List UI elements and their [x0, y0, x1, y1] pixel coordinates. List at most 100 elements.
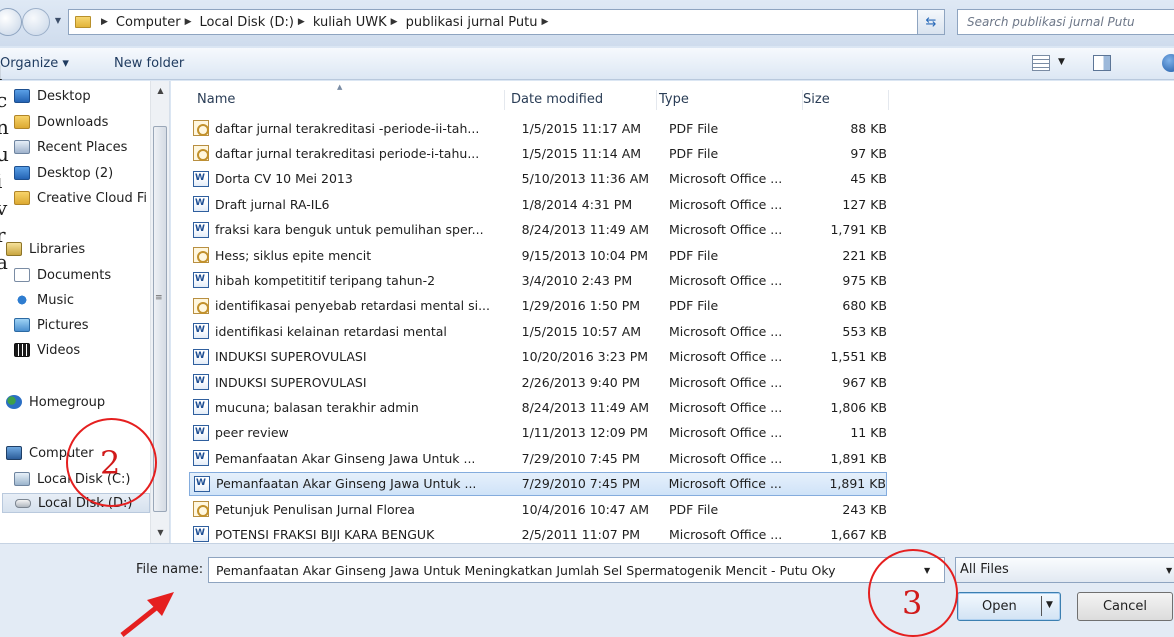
file-size-cell: 975 KB	[842, 272, 887, 288]
file-date-cell: 9/15/2013 10:04 PM	[521, 247, 649, 263]
column-header-size[interactable]: Size	[803, 90, 889, 110]
file-type-filter-select[interactable]: All Files	[955, 557, 1174, 583]
videos-icon	[14, 343, 30, 357]
file-name-cell: Dorta CV 10 Mei 2013	[215, 171, 353, 187]
file-name-input[interactable]	[208, 557, 945, 583]
breadcrumb-chevron-icon[interactable]: ▶	[537, 17, 556, 27]
address-row: ▼ ▶ Computer ▶ Local Disk (D:) ▶ kuliah …	[0, 0, 1174, 46]
help-icon[interactable]	[1162, 54, 1174, 72]
file-row[interactable]: hibah kompetititif teripang tahun-2 3/4/2…	[189, 268, 887, 292]
preview-pane-icon[interactable]	[1093, 55, 1111, 71]
libraries-icon	[6, 242, 22, 256]
scroll-up-icon[interactable]: ▲	[151, 83, 170, 99]
file-date-cell: 8/24/2013 11:49 AM	[521, 222, 650, 238]
navigation-scrollbar[interactable]: ▲ ≡ ▼	[150, 81, 169, 543]
search-input[interactable]	[957, 9, 1174, 35]
breadcrumb-chevron-icon[interactable]: ▶	[97, 17, 116, 27]
file-row[interactable]: daftar jurnal terakreditasi -periode-ii-…	[189, 116, 887, 140]
file-row[interactable]: INDUKSI SUPEROVULASI 2/26/2013 9:40 PM Mic…	[189, 370, 887, 394]
view-options-icon[interactable]	[1032, 55, 1050, 71]
column-header-name[interactable]: Name	[197, 90, 505, 110]
file-date-cell: 1/29/2016 1:50 PM	[521, 298, 641, 314]
nav-item-libraries[interactable]: Libraries	[6, 239, 85, 259]
file-size-cell: 97 KB	[850, 145, 887, 161]
file-date-cell: 5/10/2013 11:36 AM	[521, 171, 650, 187]
file-row[interactable]: Pemanfaatan Akar Ginseng Jawa Untuk ... 7…	[189, 446, 887, 470]
cancel-button[interactable]: Cancel	[1077, 592, 1173, 621]
music-icon	[14, 293, 30, 307]
nav-item-creative-cloud[interactable]: Creative Cloud Fi	[14, 188, 147, 208]
file-row[interactable]: daftar jurnal terakreditasi periode-i-ta…	[189, 141, 887, 165]
file-name-cell: Hess; siklus epite mencit	[215, 247, 372, 263]
file-size-cell: 1,806 KB	[830, 399, 887, 415]
nav-item-computer[interactable]: Computer	[6, 443, 94, 463]
breadcrumb-publikasi-jurnal-putu[interactable]: publikasi jurnal Putu	[406, 10, 538, 34]
file-row[interactable]: fraksi kara benguk untuk pemulihan sper.…	[189, 218, 887, 242]
organize-menu-button[interactable]: Organize ▾	[0, 56, 69, 71]
breadcrumb-chevron-icon[interactable]: ▶	[387, 17, 406, 27]
address-bar[interactable]: ▶ Computer ▶ Local Disk (D:) ▶ kuliah UW…	[68, 9, 944, 35]
nav-item-music[interactable]: Music	[14, 290, 74, 310]
scrollbar-thumb[interactable]	[153, 126, 167, 512]
column-header-date-modified[interactable]: Date modified	[511, 90, 657, 110]
nav-item-videos[interactable]: Videos	[14, 340, 80, 360]
file-type-cell: Microsoft Office ...	[668, 450, 783, 466]
file-name-cell: identifikasai penyebab retardasi mental …	[215, 298, 490, 314]
open-options-dropdown-icon[interactable]: ▼	[1046, 600, 1053, 610]
file-type-cell: PDF File	[668, 145, 719, 161]
view-options-chevron-icon[interactable]: ▼	[1058, 57, 1065, 67]
word-document-icon	[193, 323, 209, 340]
file-date-cell: 1/5/2015 11:17 AM	[521, 120, 642, 136]
file-row[interactable]: INDUKSI SUPEROVULASI 10/20/2016 3:23 PM Mi…	[189, 345, 887, 369]
file-date-cell: 10/20/2016 3:23 PM	[521, 349, 649, 365]
refresh-button[interactable]: ⇆	[917, 9, 945, 35]
file-name-cell: Pemanfaatan Akar Ginseng Jawa Untuk ...	[215, 450, 476, 466]
file-date-cell: 8/24/2013 11:49 AM	[521, 399, 650, 415]
nav-item-downloads[interactable]: Downloads	[14, 112, 108, 132]
file-row[interactable]: Dorta CV 10 Mei 2013 5/10/2013 11:36 AM Mi…	[189, 167, 887, 191]
file-row[interactable]: Hess; siklus epite mencit 9/15/2013 10:04…	[189, 243, 887, 267]
file-size-cell: 45 KB	[850, 171, 887, 187]
file-row[interactable]: Petunjuk Penulisan Jurnal Florea 10/4/201…	[189, 497, 887, 521]
file-name-cell: mucuna; balasan terakhir admin	[215, 399, 419, 415]
folder-icon	[75, 16, 91, 28]
nav-item-documents[interactable]: Documents	[14, 265, 111, 285]
file-row[interactable]: identifikasai penyebab retardasi mental …	[189, 294, 887, 318]
nav-item-desktop-2[interactable]: Desktop (2)	[14, 163, 113, 183]
file-row[interactable]: Pemanfaatan Akar Ginseng Jawa Untuk ... 7…	[189, 471, 887, 496]
nav-item-pictures[interactable]: Pictures	[14, 315, 88, 335]
file-date-cell: 1/8/2014 4:31 PM	[521, 196, 633, 212]
forward-button[interactable]	[22, 8, 50, 36]
desktop-icon	[14, 166, 30, 180]
local-disk-d-icon	[15, 498, 31, 508]
breadcrumb-chevron-icon[interactable]: ▶	[181, 17, 200, 27]
new-folder-button[interactable]: New folder	[114, 56, 184, 71]
scroll-down-icon[interactable]: ▼	[151, 525, 170, 541]
file-type-cell: Microsoft Office ...	[668, 323, 783, 339]
file-size-cell: 967 KB	[842, 374, 887, 390]
breadcrumb-computer[interactable]: Computer	[116, 10, 181, 34]
file-date-cell: 1/11/2013 12:09 PM	[521, 425, 649, 441]
file-name-cell: Draft jurnal RA-IL6	[215, 196, 330, 212]
back-button[interactable]	[0, 8, 22, 36]
file-row[interactable]: mucuna; balasan terakhir admin 8/24/2013 …	[189, 395, 887, 419]
file-row[interactable]: identifikasi kelainan retardasi mental 1/…	[189, 319, 887, 343]
nav-item-local-disk-c[interactable]: Local Disk (C:)	[14, 469, 130, 489]
file-size-cell: 88 KB	[850, 120, 887, 136]
file-name-dropdown-icon[interactable]: ▼	[924, 566, 930, 575]
word-document-icon	[193, 450, 209, 467]
nav-item-desktop[interactable]: Desktop	[14, 86, 91, 106]
nav-item-local-disk-d[interactable]: Local Disk (D:)	[2, 493, 150, 513]
file-type-dropdown-icon[interactable]: ▼	[1166, 566, 1172, 575]
nav-item-homegroup[interactable]: Homegroup	[6, 392, 105, 412]
recent-locations-chevron-icon[interactable]: ▼	[52, 14, 64, 28]
breadcrumb-kuliah-uwk[interactable]: kuliah UWK	[313, 10, 387, 34]
breadcrumb-local-disk-d[interactable]: Local Disk (D:)	[199, 10, 293, 34]
recent-places-icon	[14, 140, 30, 154]
file-row[interactable]: peer review 1/11/2013 12:09 PM Microsoft O…	[189, 421, 887, 445]
nav-item-recent-places[interactable]: Recent Places	[14, 137, 127, 157]
file-date-cell: 7/29/2010 7:45 PM	[521, 450, 641, 466]
breadcrumb-chevron-icon[interactable]: ▶	[294, 17, 313, 27]
column-header-type[interactable]: Type	[659, 90, 803, 110]
file-row[interactable]: Draft jurnal RA-IL6 1/8/2014 4:31 PM Micro…	[189, 192, 887, 216]
